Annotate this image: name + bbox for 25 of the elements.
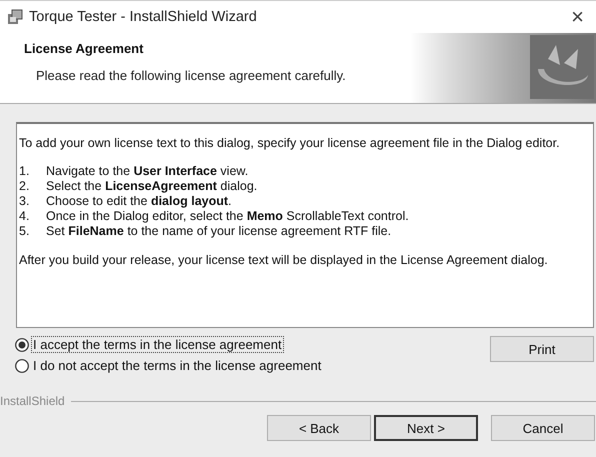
radio-option[interactable]: I do not accept the terms in the license agreement	[15, 357, 490, 374]
license-intro: To add your own license text to this dialog, specify your license agreement file in the Dialog editor.	[19, 136, 561, 150]
logo-icon	[530, 35, 594, 99]
step-number: 4.	[19, 209, 30, 224]
step-text: Choose to edit the dialog layout.	[46, 194, 232, 209]
step-text: Navigate to the User Interface view.	[46, 164, 248, 179]
step-text: Select the LicenseAgreement dialog.	[46, 179, 258, 194]
wizard-button[interactable]: Next >	[374, 415, 478, 441]
wizard-button[interactable]: Cancel	[491, 415, 595, 441]
license-outro: After you build your release, your license text will be displayed in the License Agreement dialog.	[19, 253, 549, 267]
header-title: License Agreement	[24, 41, 144, 56]
step-text: Once in the Dialog editor, select the Memo ScrollableText control.	[46, 209, 409, 224]
installer-icon	[6, 8, 24, 26]
step-number: 3.	[19, 194, 30, 209]
wizard-button[interactable]: < Back	[267, 415, 371, 441]
license-text-box[interactable]	[16, 122, 594, 328]
step-number: 5.	[19, 224, 30, 239]
step-number: 2.	[19, 179, 30, 194]
brand-label: InstallShield	[0, 394, 65, 408]
step-text: Set FileName to the name of your license agreement RTF file.	[46, 224, 392, 239]
header-subtitle: Please read the following license agreement carefully.	[36, 68, 347, 83]
close-icon[interactable]: ×	[565, 6, 590, 28]
print-button[interactable]: Print	[490, 336, 594, 362]
window-title: Torque Tester - InstallShield Wizard	[29, 9, 258, 25]
step-number: 1.	[19, 164, 30, 179]
